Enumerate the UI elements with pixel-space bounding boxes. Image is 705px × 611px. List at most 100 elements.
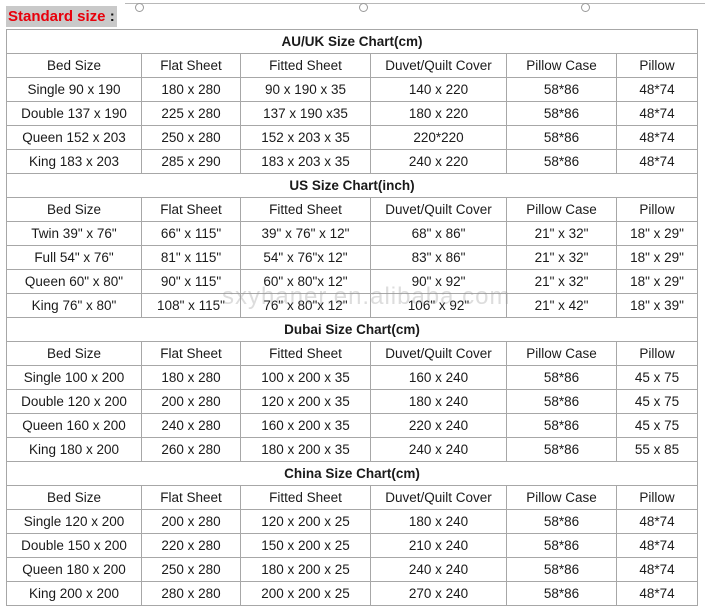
column-header: Flat Sheet bbox=[141, 341, 241, 366]
column-header: Duvet/Quilt Cover bbox=[370, 485, 507, 510]
table-cell: 240 x 220 bbox=[370, 149, 507, 174]
table-cell: 58*86 bbox=[506, 437, 617, 462]
size-chart-table: AU/UK Size Chart(cm) Bed Size Flat Sheet Fi… bbox=[6, 29, 698, 606]
table-cell: 83" x 86" bbox=[370, 245, 507, 270]
table-row: Single 120 x 200 200 x 280 120 x 200 x 25 1… bbox=[6, 509, 698, 534]
table-cell: 240 x 280 bbox=[141, 413, 241, 438]
column-header: Flat Sheet bbox=[141, 197, 241, 222]
column-header: Duvet/Quilt Cover bbox=[370, 197, 507, 222]
column-header: Flat Sheet bbox=[141, 53, 241, 78]
chart-title: US Size Chart(inch) bbox=[6, 173, 698, 198]
chart-title-row: AU/UK Size Chart(cm) bbox=[6, 29, 698, 54]
table-cell: 108" x 115" bbox=[141, 293, 241, 318]
divider-dot bbox=[135, 3, 144, 12]
table-cell: 48*74 bbox=[616, 101, 698, 126]
table-cell: Single 120 x 200 bbox=[6, 509, 142, 534]
header-row: Bed Size Flat Sheet Fitted Sheet Duvet/Quil… bbox=[6, 485, 698, 510]
chart-title: Dubai Size Chart(cm) bbox=[6, 317, 698, 342]
table-cell: 58*86 bbox=[506, 77, 617, 102]
table-cell: 48*74 bbox=[616, 77, 698, 102]
table-cell: 200 x 280 bbox=[141, 509, 241, 534]
column-header: Duvet/Quilt Cover bbox=[370, 341, 507, 366]
column-header: Pillow bbox=[616, 341, 698, 366]
table-cell: King 180 x 200 bbox=[6, 437, 142, 462]
table-row: Queen 180 x 200 250 x 280 180 x 200 x 25 24… bbox=[6, 557, 698, 582]
table-cell: King 76" x 80" bbox=[6, 293, 142, 318]
table-cell: 140 x 220 bbox=[370, 77, 507, 102]
table-cell: 100 x 200 x 35 bbox=[240, 365, 371, 390]
table-cell: 285 x 290 bbox=[141, 149, 241, 174]
table-cell: 152 x 203 x 35 bbox=[240, 125, 371, 150]
table-cell: 81" x 115" bbox=[141, 245, 241, 270]
table-cell: Queen 60" x 80" bbox=[6, 269, 142, 294]
table-cell: 120 x 200 x 35 bbox=[240, 389, 371, 414]
table-cell: 250 x 280 bbox=[141, 125, 241, 150]
table-cell: 220*220 bbox=[370, 125, 507, 150]
table-cell: Double 120 x 200 bbox=[6, 389, 142, 414]
column-header: Fitted Sheet bbox=[240, 197, 371, 222]
table-cell: 183 x 203 x 35 bbox=[240, 149, 371, 174]
table-cell: Queen 160 x 200 bbox=[6, 413, 142, 438]
table-cell: 220 x 240 bbox=[370, 413, 507, 438]
chart-title-row: US Size Chart(inch) bbox=[6, 173, 698, 198]
table-row: Queen 160 x 200 240 x 280 160 x 200 x 35 22… bbox=[6, 413, 698, 438]
top-divider bbox=[125, 3, 705, 12]
table-cell: Single 90 x 190 bbox=[6, 77, 142, 102]
table-cell: 68" x 86" bbox=[370, 221, 507, 246]
table-cell: 106" x 92" bbox=[370, 293, 507, 318]
table-cell: King 200 x 200 bbox=[6, 581, 142, 606]
table-cell: 58*86 bbox=[506, 149, 617, 174]
table-cell: 76" x 80"x 12" bbox=[240, 293, 371, 318]
table-row: Double 120 x 200 200 x 280 120 x 200 x 35 1… bbox=[6, 389, 698, 414]
table-cell: 18" x 29" bbox=[616, 269, 698, 294]
column-header: Bed Size bbox=[6, 485, 142, 510]
table-cell: 48*74 bbox=[616, 149, 698, 174]
table-cell: 180 x 280 bbox=[141, 77, 241, 102]
table-cell: 21" x 32" bbox=[506, 221, 617, 246]
table-cell: 225 x 280 bbox=[141, 101, 241, 126]
table-cell: 45 x 75 bbox=[616, 365, 698, 390]
table-cell: 160 x 240 bbox=[370, 365, 507, 390]
table-cell: Queen 180 x 200 bbox=[6, 557, 142, 582]
table-cell: 48*74 bbox=[616, 557, 698, 582]
column-header: Duvet/Quilt Cover bbox=[370, 53, 507, 78]
table-cell: 48*74 bbox=[616, 581, 698, 606]
table-cell: Twin 39" x 76" bbox=[6, 221, 142, 246]
table-cell: 54" x 76"x 12" bbox=[240, 245, 371, 270]
header-row: Bed Size Flat Sheet Fitted Sheet Duvet/Quil… bbox=[6, 197, 698, 222]
table-cell: Double 137 x 190 bbox=[6, 101, 142, 126]
table-cell: 90" x 115" bbox=[141, 269, 241, 294]
table-cell: 21" x 32" bbox=[506, 269, 617, 294]
column-header: Pillow bbox=[616, 197, 698, 222]
table-row: King 180 x 200 260 x 280 180 x 200 x 35 240… bbox=[6, 437, 698, 462]
page-heading: Standard size : bbox=[6, 6, 117, 27]
divider-dot bbox=[581, 3, 590, 12]
table-cell: Full 54" x 76" bbox=[6, 245, 142, 270]
table-row: Single 90 x 190 180 x 280 90 x 190 x 35 140… bbox=[6, 77, 698, 102]
header-row: Bed Size Flat Sheet Fitted Sheet Duvet/Quil… bbox=[6, 53, 698, 78]
table-cell: 58*86 bbox=[506, 125, 617, 150]
column-header: Pillow bbox=[616, 53, 698, 78]
column-header: Fitted Sheet bbox=[240, 485, 371, 510]
table-row: Single 100 x 200 180 x 280 100 x 200 x 35 1… bbox=[6, 365, 698, 390]
table-row: King 183 x 203 285 x 290 183 x 203 x 35 240… bbox=[6, 149, 698, 174]
table-cell: 160 x 200 x 35 bbox=[240, 413, 371, 438]
heading-label: Standard size bbox=[8, 8, 106, 25]
table-cell: 180 x 220 bbox=[370, 101, 507, 126]
heading-colon: : bbox=[109, 8, 115, 25]
table-cell: 58*86 bbox=[506, 509, 617, 534]
table-cell: 58*86 bbox=[506, 413, 617, 438]
table-cell: 90" x 92" bbox=[370, 269, 507, 294]
table-row: Queen 152 x 203 250 x 280 152 x 203 x 35 22… bbox=[6, 125, 698, 150]
chart-title-row: Dubai Size Chart(cm) bbox=[6, 317, 698, 342]
table-row: Queen 60" x 80" 90" x 115" 60" x 80"x 12" 9… bbox=[6, 269, 698, 294]
table-cell: 60" x 80"x 12" bbox=[240, 269, 371, 294]
table-cell: 250 x 280 bbox=[141, 557, 241, 582]
table-cell: 48*74 bbox=[616, 125, 698, 150]
table-cell: 48*74 bbox=[616, 533, 698, 558]
header-row: Bed Size Flat Sheet Fitted Sheet Duvet/Quil… bbox=[6, 341, 698, 366]
column-header: Fitted Sheet bbox=[240, 341, 371, 366]
table-cell: 90 x 190 x 35 bbox=[240, 77, 371, 102]
table-cell: 58*86 bbox=[506, 557, 617, 582]
table-cell: 58*86 bbox=[506, 101, 617, 126]
